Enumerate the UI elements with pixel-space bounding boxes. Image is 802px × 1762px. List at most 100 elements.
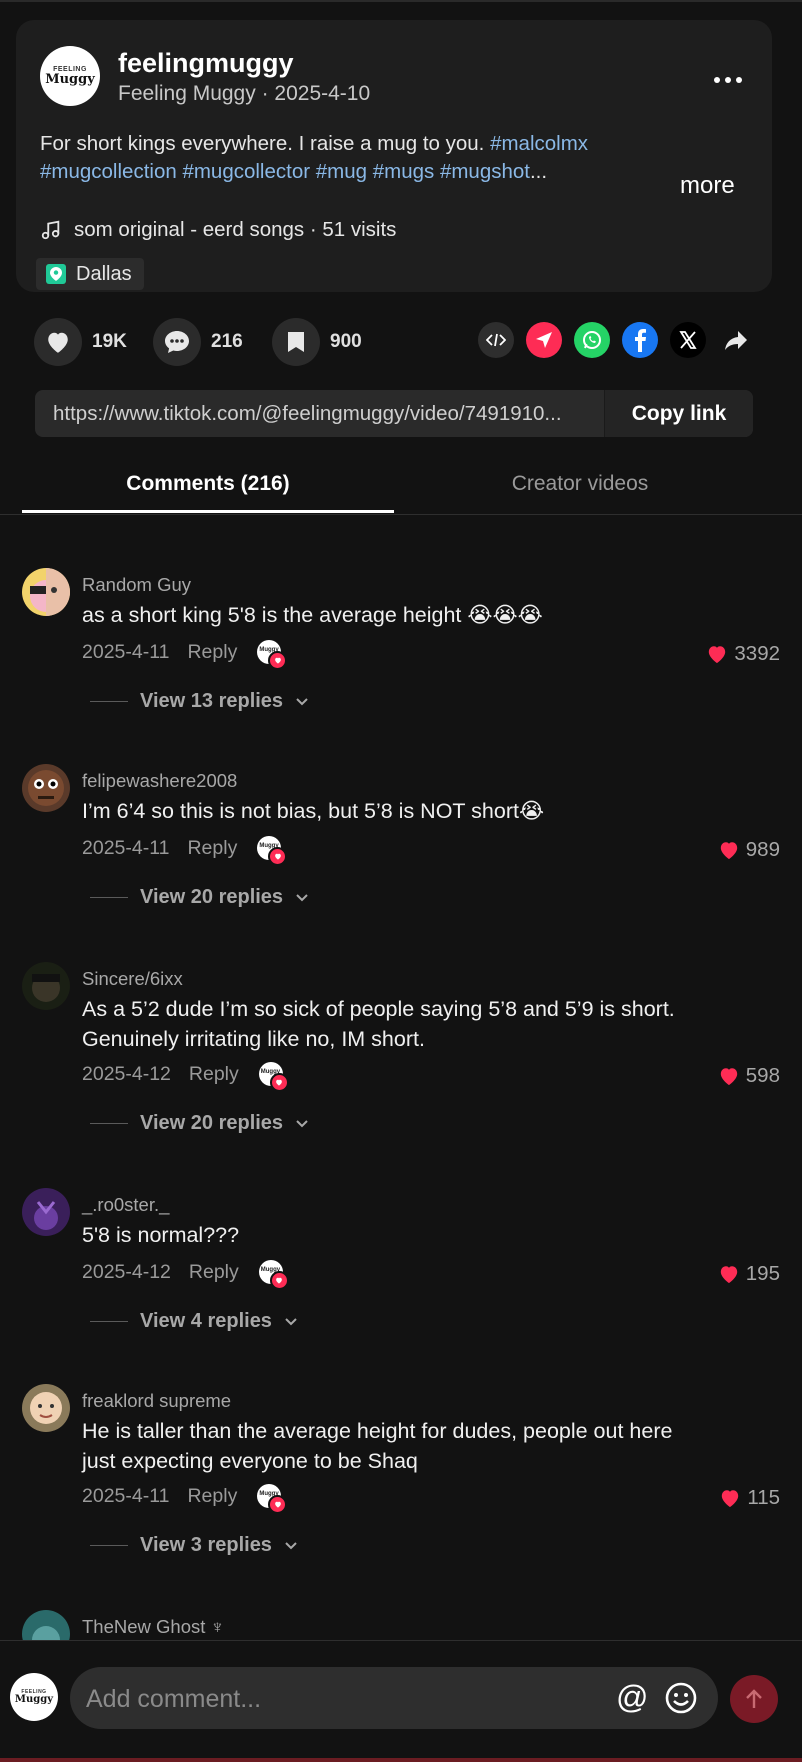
- comment-text: I’m 6’4 so this is not bias, but 5’8 is …: [82, 799, 545, 823]
- copy-link-button[interactable]: Copy link: [604, 390, 753, 437]
- creator-username[interactable]: feelingmuggy: [118, 48, 294, 79]
- commenter-username[interactable]: Sincere/6ixx: [82, 968, 183, 990]
- heart-icon[interactable]: [718, 1264, 740, 1284]
- whatsapp-icon[interactable]: [574, 322, 610, 358]
- comment-like[interactable]: 195: [718, 1262, 780, 1286]
- heart-icon: [268, 847, 288, 866]
- commenter-avatar[interactable]: [22, 764, 70, 812]
- creator-subline: Feeling Muggy · 2025-4-10: [118, 82, 371, 105]
- reply-divider-line: [90, 701, 128, 702]
- reply-button[interactable]: Reply: [187, 837, 237, 860]
- commenter-avatar[interactable]: [22, 1384, 70, 1432]
- commenter-avatar[interactable]: [22, 962, 70, 1010]
- reply-button[interactable]: Reply: [189, 1261, 239, 1284]
- comment-like[interactable]: 3392: [706, 642, 780, 666]
- creator-liked-badge: Muggy: [257, 836, 288, 866]
- sound-row[interactable]: som original - eerd songs · 51 visits: [40, 218, 396, 242]
- comment-bubble-icon[interactable]: [153, 318, 201, 366]
- chevron-down-icon: [285, 1541, 297, 1549]
- commenter-avatar[interactable]: [22, 568, 70, 616]
- like-action[interactable]: 19K: [34, 318, 127, 366]
- video-link-text[interactable]: https://www.tiktok.com/@feelingmuggy/vid…: [53, 402, 633, 426]
- commenter-username[interactable]: freaklord supreme: [82, 1390, 231, 1412]
- music-note-icon: [41, 220, 60, 240]
- commenter-avatar[interactable]: [22, 1188, 70, 1236]
- commenter-username[interactable]: _.ro0ster._: [82, 1194, 169, 1216]
- comment-text: as a short king 5'8 is the average heigh…: [82, 603, 543, 627]
- more-button[interactable]: more: [680, 172, 735, 200]
- save-action[interactable]: 900: [272, 318, 362, 366]
- video-link-row: https://www.tiktok.com/@feelingmuggy/vid…: [35, 390, 753, 437]
- comment-like-count: 115: [747, 1486, 780, 1509]
- view-replies-button[interactable]: View 13 replies: [90, 690, 309, 713]
- reply-divider-line: [90, 1545, 128, 1546]
- more-options-icon[interactable]: [708, 70, 748, 90]
- reply-button[interactable]: Reply: [187, 1485, 237, 1508]
- creator-liked-badge: Muggy: [258, 1062, 289, 1092]
- creator-avatar[interactable]: FEELING Muggy: [40, 46, 100, 106]
- comment-tabs: Comments (216) Creator videos: [0, 458, 802, 515]
- sound-label: som original - eerd songs · 51 visits: [74, 218, 397, 241]
- view-replies-button[interactable]: View 20 replies: [90, 1112, 309, 1135]
- comment-meta: 2025-4-11 Reply Muggy: [82, 1484, 288, 1514]
- comment-count: 216: [211, 331, 243, 352]
- tab-comments[interactable]: Comments (216): [22, 472, 394, 496]
- heart-icon: [269, 1073, 289, 1092]
- comment-composer: FEELING Muggy @: [0, 1640, 802, 1759]
- tab-creator-videos[interactable]: Creator videos: [394, 472, 766, 496]
- chevron-down-icon: [296, 1119, 308, 1127]
- creator-liked-badge: Muggy: [257, 640, 288, 670]
- x-twitter-icon[interactable]: [670, 322, 706, 358]
- comment-input-container: @: [70, 1667, 718, 1731]
- reply-divider-line: [90, 897, 128, 898]
- bookmark-icon[interactable]: [272, 318, 320, 366]
- comment-meta: 2025-4-11 Reply Muggy: [82, 836, 288, 866]
- comment-meta: 2025-4-12 Reply Muggy: [82, 1062, 289, 1092]
- comment-like[interactable]: 115: [719, 1486, 780, 1510]
- view-replies-button[interactable]: View 4 replies: [90, 1310, 298, 1333]
- active-tab-indicator: [22, 510, 394, 513]
- commenter-username[interactable]: TheNew Ghost ♆: [82, 1616, 224, 1638]
- current-user-avatar[interactable]: FEELING Muggy: [10, 1673, 58, 1721]
- emoji-icon[interactable]: [664, 1681, 698, 1720]
- comment-like[interactable]: 989: [718, 838, 780, 862]
- heart-icon[interactable]: [718, 840, 740, 860]
- view-replies-label: View 3 replies: [140, 1534, 272, 1556]
- creator-liked-badge: Muggy: [257, 1484, 288, 1514]
- view-replies-label: View 20 replies: [140, 1112, 284, 1134]
- reply-button[interactable]: Reply: [189, 1063, 239, 1086]
- mention-at-icon[interactable]: @: [616, 1679, 648, 1716]
- commenter-username[interactable]: Random Guy: [82, 574, 191, 596]
- view-replies-label: View 4 replies: [140, 1310, 272, 1332]
- heart-icon: [268, 651, 288, 670]
- top-border: [0, 0, 802, 2]
- comment-meta: 2025-4-12 Reply Muggy: [82, 1260, 289, 1290]
- reply-button[interactable]: Reply: [187, 641, 237, 664]
- embed-code-icon[interactable]: [478, 322, 514, 358]
- comment-action[interactable]: 216: [153, 318, 243, 366]
- view-replies-button[interactable]: View 20 replies: [90, 886, 309, 909]
- comment-date: 2025-4-11: [82, 640, 170, 663]
- heart-icon[interactable]: [34, 318, 82, 366]
- location-chip[interactable]: Dallas: [36, 258, 144, 290]
- heart-icon[interactable]: [718, 1066, 740, 1086]
- heart-icon: [268, 1495, 288, 1514]
- heart-icon[interactable]: [719, 1488, 741, 1508]
- comment-input[interactable]: [84, 1667, 608, 1731]
- commenter-username[interactable]: felipewashere2008: [82, 770, 237, 792]
- view-replies-button[interactable]: View 3 replies: [90, 1534, 298, 1557]
- comment-date: 2025-4-12: [82, 1062, 171, 1085]
- hashtag-line-2[interactable]: #mugcollection #mugcollector #mug #mugs …: [40, 160, 530, 183]
- heart-icon[interactable]: [706, 644, 728, 664]
- comment-meta: 2025-4-11 Reply Muggy: [82, 640, 288, 670]
- send-to-friends-icon[interactable]: [526, 322, 562, 358]
- like-count: 19K: [92, 331, 127, 352]
- avatar-logo-text: Muggy: [45, 72, 95, 87]
- send-comment-button[interactable]: [730, 1675, 778, 1723]
- hashtag-line-1[interactable]: #malcolmx: [490, 132, 588, 155]
- comment-date: 2025-4-11: [82, 1484, 170, 1507]
- comment-like[interactable]: 598: [718, 1064, 780, 1088]
- comment-like-count: 195: [745, 1262, 780, 1285]
- share-arrow-icon[interactable]: [718, 322, 754, 358]
- facebook-icon[interactable]: [622, 322, 658, 358]
